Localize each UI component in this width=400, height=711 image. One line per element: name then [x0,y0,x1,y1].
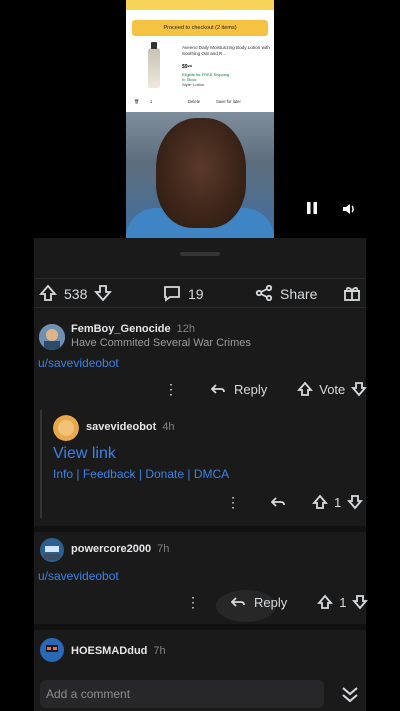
comment-actions: ⋮ Reply 1 [186,592,369,612]
share-button[interactable]: Share [254,283,317,305]
score-count: 1 [334,494,342,510]
avatar[interactable] [38,536,64,562]
score-count: 1 [339,594,347,610]
upvote-count: 538 [64,286,88,302]
downvote-icon[interactable] [93,283,113,306]
reply-icon[interactable] [230,594,246,610]
comment-username[interactable]: FemBoy_Genocide 12h [71,323,195,335]
comment-body-link[interactable]: u/savevideobot [38,356,119,370]
upvote-icon[interactable] [317,594,334,610]
video-player[interactable]: Proceed to checkout (2 items) Aveeno Dai… [126,0,274,238]
more-options-icon[interactable]: ⋮ [186,594,200,611]
upvote-icon[interactable] [312,494,328,510]
comment-actions: ⋮ Reply Vote [164,379,368,399]
downvote-icon[interactable] [352,594,369,610]
downvote-icon[interactable] [351,381,368,397]
add-comment-input[interactable]: Add a comment [40,680,324,708]
product-price: $9⁸⁸ [182,64,193,70]
share-icon [254,283,274,306]
shopping-cart-screenshot: Proceed to checkout (2 items) Aveeno Dai… [126,0,274,112]
more-options-icon[interactable]: ⋮ [226,494,240,511]
post-action-bar: 538 19 Share [34,278,366,308]
avatar[interactable] [39,324,65,350]
comment-count: 19 [188,286,204,302]
volume-icon[interactable] [340,201,358,219]
comments-sheet: 538 19 Share FemBoy_Genocide 12h Have Com… [34,238,369,711]
shipping-info: Eligible for FREE Shipping In Stock Styl… [182,72,230,87]
comment-actions: ⋮ 1 [226,492,364,512]
checkout-button: Proceed to checkout (2 items) [132,20,268,36]
save-for-later-link: Save for later [216,99,241,104]
share-label: Share [280,286,318,302]
comments-button[interactable]: 19 [162,283,204,305]
reply-icon[interactable] [210,381,226,397]
vote-group: 538 [38,283,113,305]
product-title: Aveeno Daily Moisturizing Body Lotion wi… [182,45,270,56]
comment-body-link[interactable]: u/savevideobot [38,569,119,583]
donate-link[interactable]: Donate [145,467,184,481]
comment-hoesmaddud: HOESMADdud 7h [34,632,366,674]
reply-button[interactable]: Reply [234,382,267,397]
video-person [126,112,274,238]
trash-icon: 🗑 [134,99,140,104]
view-link[interactable]: View link [53,445,116,463]
comment-username[interactable]: savevideobot 4h [86,421,175,433]
pause-icon[interactable] [303,201,321,219]
quantity-value: 1 [150,99,153,104]
more-options-icon[interactable]: ⋮ [164,381,178,398]
vote-label: Vote [319,381,346,397]
product-bottle-image [148,42,160,88]
comment-divider [34,624,366,630]
reply-icon[interactable] [270,494,286,510]
avatar[interactable] [38,636,64,662]
comment-powercore: powercore2000 7h u/savevideobot ⋮ Reply 1 [34,534,369,618]
downvote-icon[interactable] [347,494,364,510]
gift-icon [342,283,362,306]
info-link[interactable]: Info [53,467,73,481]
comment-savevideobot: savevideobot 4h View link Info | Feedback… [34,410,366,520]
award-button[interactable] [342,283,362,305]
avatar[interactable] [53,415,79,441]
comment-composer: Add a comment [34,676,366,711]
comment-divider [34,526,366,532]
comment-username[interactable]: HOESMADdud 7h [71,645,166,657]
feedback-link[interactable]: Feedback [83,467,136,481]
collapse-chevron-icon[interactable] [338,682,362,706]
delete-link: Delete [188,99,201,104]
sheet-handle[interactable] [180,252,220,256]
comment-icon [162,283,182,306]
bot-links: Info | Feedback | Donate | DMCA [53,467,230,481]
upvote-icon[interactable] [38,283,58,306]
reply-button[interactable]: Reply [254,595,287,610]
comment-femboy: FemBoy_Genocide 12h Have Commited Several… [34,318,368,408]
dmca-link[interactable]: DMCA [194,467,229,481]
user-flair: Have Commited Several War Crimes [71,337,251,349]
comment-username[interactable]: powercore2000 7h [71,543,169,555]
upvote-icon[interactable] [297,381,314,397]
